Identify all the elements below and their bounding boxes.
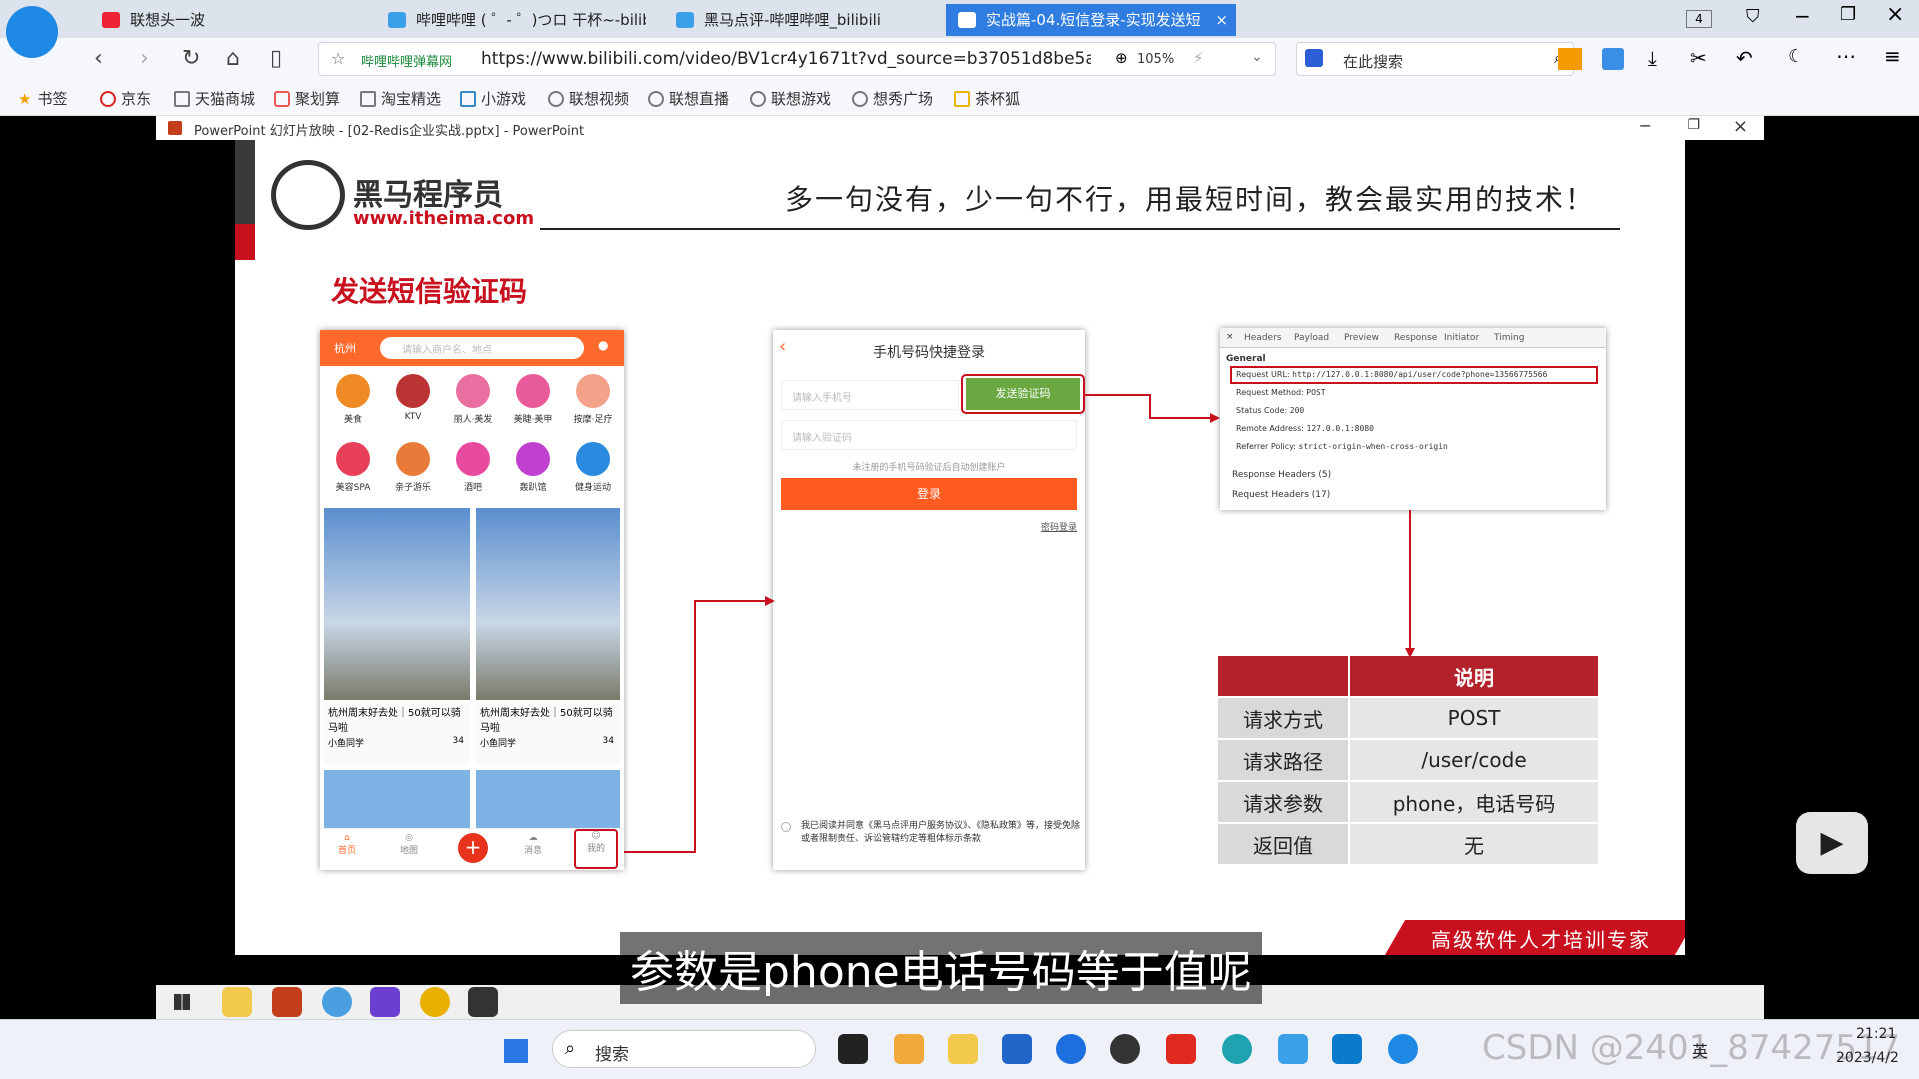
search-input[interactable]: 在此搜索	[1343, 51, 1403, 72]
table-row: 请求方式 POST	[1218, 698, 1598, 738]
windows-taskbar: ⌕ 搜索 CSDN @2401_87427517 英 21:21 2023/4/…	[0, 1019, 1919, 1079]
bookmark-item[interactable]: 联想视频	[548, 88, 629, 109]
search-box[interactable]: 在此搜索 ⌕	[1296, 42, 1574, 76]
terminal-icon[interactable]	[468, 987, 498, 1017]
bookmark-item[interactable]: 淘宝精选	[360, 88, 441, 109]
chrome-icon[interactable]	[420, 987, 450, 1017]
notepad-icon[interactable]	[1278, 1034, 1308, 1064]
shirt-icon[interactable]: ⛉	[1746, 6, 1760, 27]
wps-icon[interactable]	[1166, 1034, 1196, 1064]
bookmark-item[interactable]: 联想游戏	[750, 88, 831, 109]
vscode-icon[interactable]	[1332, 1034, 1362, 1064]
tab-2[interactable]: 哔哩哔哩 ( ゜- ゜)つロ 干杯~-bilib	[376, 4, 646, 36]
minimize-icon[interactable]: −	[1794, 4, 1811, 28]
ppt-restore-icon[interactable]: ❐	[1687, 117, 1700, 133]
bookmark-item[interactable]: 联想直播	[648, 88, 729, 109]
menu-icon[interactable]: ≡	[1884, 44, 1901, 68]
language-indicator[interactable]: 英	[1692, 1038, 1708, 1062]
tab-1[interactable]: 联想头一波	[90, 4, 370, 36]
forward-icon[interactable]: ›	[140, 46, 149, 71]
powerpoint-icon	[168, 121, 182, 135]
bookmark-item[interactable]: 茶杯狐	[954, 88, 1020, 109]
arrow-login-to-devtools	[1085, 394, 1210, 419]
file-explorer-icon[interactable]	[948, 1034, 978, 1064]
reader-icon[interactable]: ▯	[270, 46, 282, 71]
close-tab-icon[interactable]: ×	[1215, 4, 1228, 36]
tab-count-badge[interactable]: 4	[1686, 10, 1712, 28]
scissors-icon[interactable]: ✂	[1690, 46, 1707, 70]
address-bar[interactable]: ☆ 哔哩哔哩弹幕网 https://www.bilibili.com/video…	[318, 42, 1276, 76]
undo-icon[interactable]: ↶	[1736, 46, 1753, 70]
powerpoint-icon[interactable]	[272, 987, 302, 1017]
play-button[interactable]: ▶	[1796, 812, 1868, 874]
clock-time[interactable]: 21:21	[1856, 1026, 1896, 1042]
browser-tab-bar: 联想头一波 哔哩哔哩 ( ゜- ゜)つロ 干杯~-bilib 黑马点评-哔哩哔哩…	[0, 0, 1919, 58]
star-icon[interactable]: ☆	[331, 49, 345, 68]
back-icon[interactable]: ‹	[94, 46, 103, 71]
bookmark-bar: ★ 书签 京东 天猫商城 聚划算 淘宝精选 小游戏 联想视频 联想直播 联想游戏 …	[0, 80, 1919, 116]
arrow-phone-to-login	[624, 600, 765, 853]
paw-icon	[1305, 49, 1323, 67]
zoom-icon[interactable]: ⊕	[1115, 49, 1128, 67]
refresh-icon[interactable]: ↻	[182, 46, 200, 71]
bolt-icon[interactable]: ⚡	[1193, 49, 1204, 67]
bookmark-item[interactable]: 天猫商城	[174, 88, 255, 109]
chevron-down-icon[interactable]: ⌄	[1251, 49, 1263, 65]
footer-text: 高级软件人才培训专家	[1431, 928, 1651, 952]
table-row: 请求路径/user/code	[1218, 740, 1598, 780]
intellij-icon[interactable]	[370, 987, 400, 1017]
extension-send-icon[interactable]	[1602, 48, 1624, 70]
browser-icon[interactable]	[1388, 1034, 1418, 1064]
lenovo-icon[interactable]	[1056, 1034, 1086, 1064]
video-subtitle: 参数是phone电话号码等于值呢	[620, 932, 1262, 1004]
widgets-icon[interactable]	[894, 1034, 924, 1064]
bookmark-item[interactable]: 小游戏	[460, 88, 526, 109]
tab-3[interactable]: 黑马点评-哔哩哔哩_bilibili	[664, 4, 934, 36]
info-table: 说明 请求方式 POST 请求路径/user/code 请求参数 phone，电话号…	[1216, 654, 1600, 866]
table-row: 返回值无	[1218, 824, 1598, 864]
close-window-icon[interactable]: ×	[1886, 2, 1904, 27]
task-view-icon[interactable]	[838, 1034, 868, 1064]
more-icon[interactable]: ⋯	[1836, 44, 1856, 68]
browser-logo-icon[interactable]	[6, 6, 58, 58]
search-icon: ⌕	[565, 1038, 576, 1059]
moon-icon[interactable]: ☾	[1788, 46, 1804, 67]
bookmark-item[interactable]: 京东	[100, 88, 151, 109]
home-icon[interactable]: ⌂	[226, 46, 240, 71]
bookmark-item[interactable]: 想秀广场	[852, 88, 933, 109]
extension-orange-icon[interactable]	[1558, 48, 1582, 70]
edge-icon[interactable]	[1222, 1034, 1252, 1064]
windows-start-icon[interactable]	[174, 994, 190, 1010]
url-site-name: 哔哩哔哩弹幕网	[361, 55, 453, 70]
bookmark-item[interactable]: ★ 书签	[18, 88, 67, 109]
zoom-level: 105%	[1137, 52, 1175, 67]
tab-4-active[interactable]: 实战篇-04.短信登录-实现发送短 ×	[946, 4, 1236, 36]
windows-start-icon[interactable]	[502, 1037, 530, 1065]
table-header-row: 说明	[1218, 656, 1598, 696]
ppt-close-icon[interactable]: ×	[1733, 116, 1748, 137]
taskbar-search[interactable]: ⌕ 搜索	[552, 1030, 816, 1068]
store-icon[interactable]	[1002, 1034, 1032, 1064]
download-icon[interactable]: ⤓	[1648, 46, 1657, 70]
clock-date[interactable]: 2023/4/2	[1836, 1050, 1899, 1066]
app-icon[interactable]	[1110, 1034, 1140, 1064]
app-icon[interactable]	[322, 987, 352, 1017]
bookmark-item[interactable]: 聚划算	[274, 88, 340, 109]
url-text[interactable]: https://www.bilibili.com/video/BV1cr4y16…	[481, 49, 1091, 69]
powerpoint-title-bar: PowerPoint 幻灯片放映 - [02-Redis企业实战.pptx] -…	[156, 116, 1764, 140]
restore-icon[interactable]: ❐	[1840, 4, 1856, 25]
file-explorer-icon[interactable]	[222, 987, 252, 1017]
table-row: 请求参数 phone，电话号码	[1218, 782, 1598, 822]
ppt-minimize-icon[interactable]: −	[1639, 116, 1652, 135]
